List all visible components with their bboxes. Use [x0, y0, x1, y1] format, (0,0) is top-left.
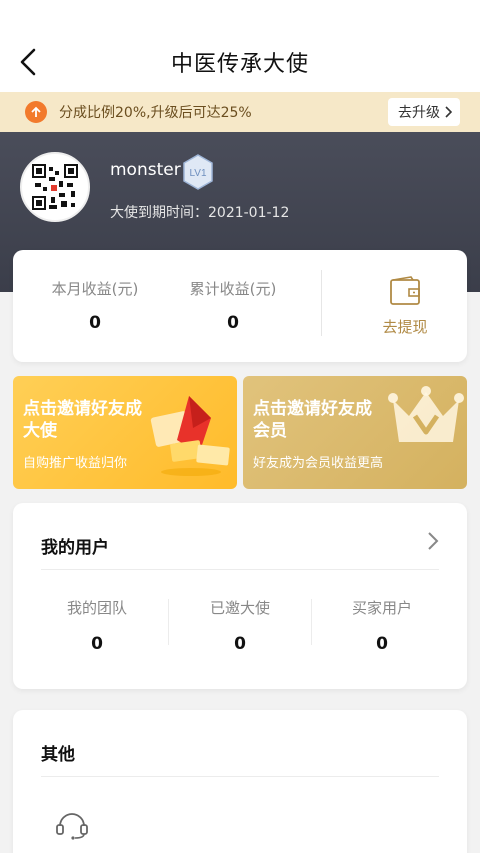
invite-member-banner[interactable]: 点击邀请好友成会员 好友成为会员收益更高 [243, 376, 467, 489]
total-earnings-value: 0 [227, 313, 239, 333]
headset-icon [56, 813, 88, 840]
upgrade-button[interactable]: 去升级 [388, 98, 460, 126]
monthly-earnings: 本月收益(元) 0 [43, 278, 147, 333]
avatar[interactable] [20, 152, 90, 222]
other-title: 其他 [41, 745, 75, 765]
upgrade-text: 分成比例20%,升级后可达25% [59, 105, 252, 121]
page-title: 中医传承大使 [170, 52, 309, 77]
total-earnings-label: 累计收益(元) [189, 280, 277, 298]
stat-my-team[interactable]: 我的团队 0 [26, 597, 168, 654]
card-divider [41, 776, 439, 777]
stat-invited-ambassadors[interactable]: 已邀大使 0 [169, 597, 311, 654]
monthly-earnings-label: 本月收益(元) [51, 280, 139, 298]
level-text: LV1 [189, 168, 206, 179]
upgrade-banner: 分成比例20%,升级后可达25% 去升级 [0, 92, 480, 132]
invite-ambassador-title: 点击邀请好友成大使 [23, 399, 142, 441]
invite-member-subtitle: 好友成为会员收益更高 [253, 456, 384, 471]
upgrade-button-label: 去升级 [398, 105, 440, 121]
my-users-card: 我的用户 我的团队 0 已邀大使 0 买家用户 0 [13, 503, 467, 689]
card-divider [41, 569, 439, 570]
total-earnings: 累计收益(元) 0 [181, 278, 285, 333]
stat-label: 我的团队 [66, 599, 127, 617]
stat-value: 0 [91, 634, 103, 654]
invite-ambassador-banner[interactable]: 点击邀请好友成大使 自购推广收益归你 [13, 376, 237, 489]
qr-code-avatar-icon [31, 163, 79, 211]
username: monster [110, 160, 181, 180]
stat-buyer-users[interactable]: 买家用户 0 [311, 597, 453, 654]
crown-icon [388, 386, 464, 442]
wallet-icon [390, 276, 420, 305]
other-card: 其他 [13, 710, 467, 853]
arrow-up-icon [25, 101, 47, 123]
my-users-more-button[interactable] [427, 531, 439, 555]
stat-value: 0 [376, 634, 388, 654]
top-bar: 中医传承大使 [0, 0, 480, 92]
invite-ambassador-subtitle: 自购推广收益归你 [23, 456, 128, 471]
earnings-card: 本月收益(元) 0 累计收益(元) 0 去提现 [13, 250, 467, 362]
withdraw-label: 去提现 [382, 318, 428, 336]
chevron-right-icon [428, 532, 439, 550]
my-users-title: 我的用户 [41, 538, 109, 558]
stat-value: 0 [234, 634, 246, 654]
invite-member-title: 点击邀请好友成会员 [253, 399, 372, 441]
withdraw-button[interactable]: 去提现 [365, 276, 445, 337]
earnings-divider [321, 270, 322, 336]
customer-service-button[interactable] [55, 808, 89, 844]
stat-label: 买家用户 [351, 599, 412, 617]
stat-label: 已邀大使 [209, 599, 270, 617]
chevron-right-icon [445, 106, 452, 118]
red-envelope-icon [150, 396, 230, 476]
expire-date: 大使到期时间：2021-01-12 [110, 205, 290, 221]
level-badge: LV1 [182, 154, 214, 194]
monthly-earnings-value: 0 [89, 313, 101, 333]
